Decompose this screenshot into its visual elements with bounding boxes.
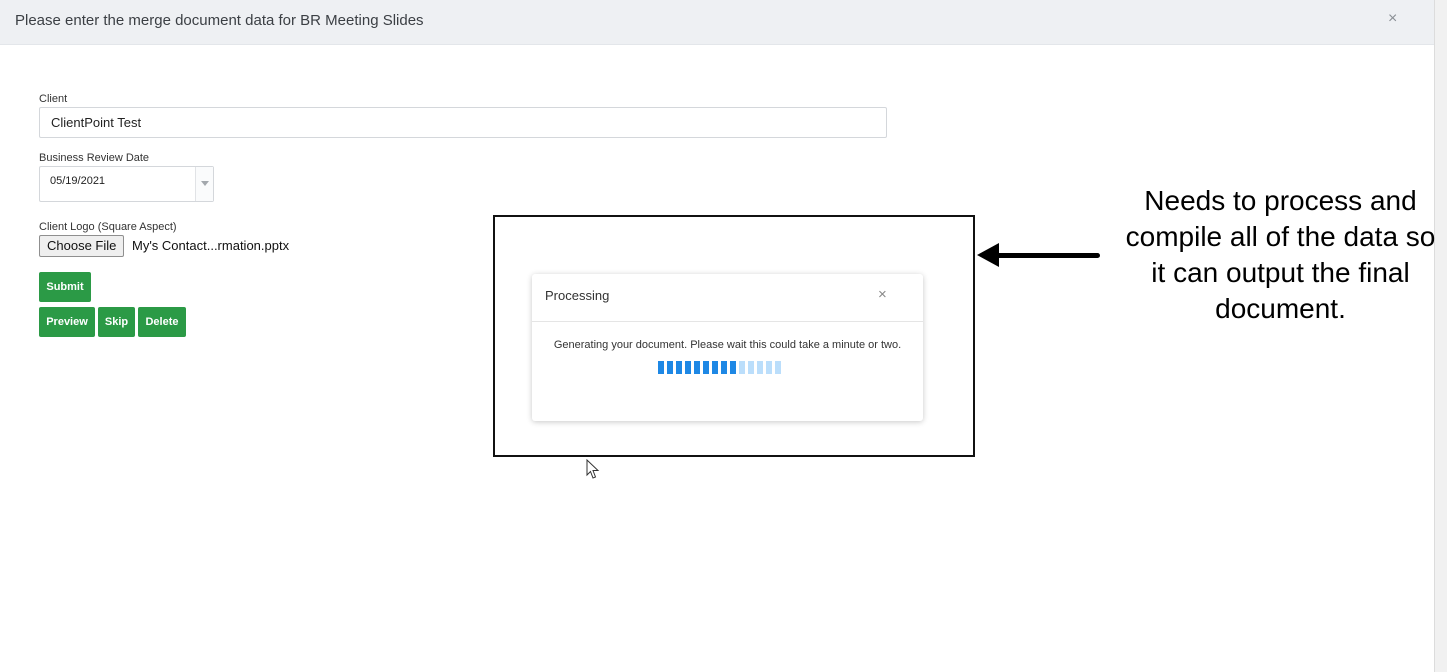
processing-dialog: Processing × Generating your document. P…	[532, 274, 923, 421]
date-value: 05/19/2021	[50, 175, 106, 187]
dialog-divider	[532, 321, 923, 322]
progress-segment	[712, 361, 718, 374]
business-review-date-label: Business Review Date	[39, 152, 150, 164]
progress-bar	[658, 361, 781, 374]
progress-segment	[676, 361, 682, 374]
progress-segment	[757, 361, 763, 374]
progress-segment	[721, 361, 727, 374]
progress-segment	[703, 361, 709, 374]
close-icon[interactable]: ×	[878, 286, 887, 303]
scrollbar[interactable]	[1434, 0, 1447, 672]
skip-button[interactable]: Skip	[98, 307, 135, 337]
progress-segment	[766, 361, 772, 374]
processing-dialog-title: Processing	[545, 288, 610, 303]
choose-file-button[interactable]: Choose File	[39, 235, 125, 257]
progress-segment	[685, 361, 691, 374]
progress-segment	[748, 361, 754, 374]
progress-segment	[730, 361, 736, 374]
client-input[interactable]: ClientPoint Test	[39, 107, 887, 138]
preview-button[interactable]: Preview	[39, 307, 95, 337]
chevron-down-icon	[201, 181, 209, 186]
modal-title: Please enter the merge document data for…	[15, 12, 424, 29]
close-icon[interactable]: ×	[1388, 10, 1397, 28]
modal-header: Please enter the merge document data for…	[0, 0, 1434, 45]
mouse-cursor-icon	[586, 459, 600, 479]
selected-file-name: My's Contact...rmation.pptx	[132, 238, 290, 253]
page: Please enter the merge document data for…	[0, 0, 1447, 672]
progress-segment	[667, 361, 673, 374]
processing-message: Generating your document. Please wait th…	[553, 339, 902, 351]
submit-button[interactable]: Submit	[39, 272, 91, 302]
annotation-text: Needs to process and compile all of the …	[1125, 185, 1436, 324]
delete-button[interactable]: Delete	[138, 307, 186, 337]
client-logo-label: Client Logo (Square Aspect)	[39, 221, 177, 233]
processing-screenshot-callout: Processing × Generating your document. P…	[493, 215, 975, 457]
client-label: Client	[39, 93, 68, 105]
progress-segment	[739, 361, 745, 374]
date-dropdown-button[interactable]	[195, 167, 213, 201]
progress-segment	[694, 361, 700, 374]
annotation-arrow	[992, 253, 1100, 258]
progress-segment	[775, 361, 781, 374]
progress-segment	[658, 361, 664, 374]
arrow-left-icon	[977, 243, 999, 267]
business-review-date-input[interactable]: 05/19/2021	[39, 166, 214, 202]
